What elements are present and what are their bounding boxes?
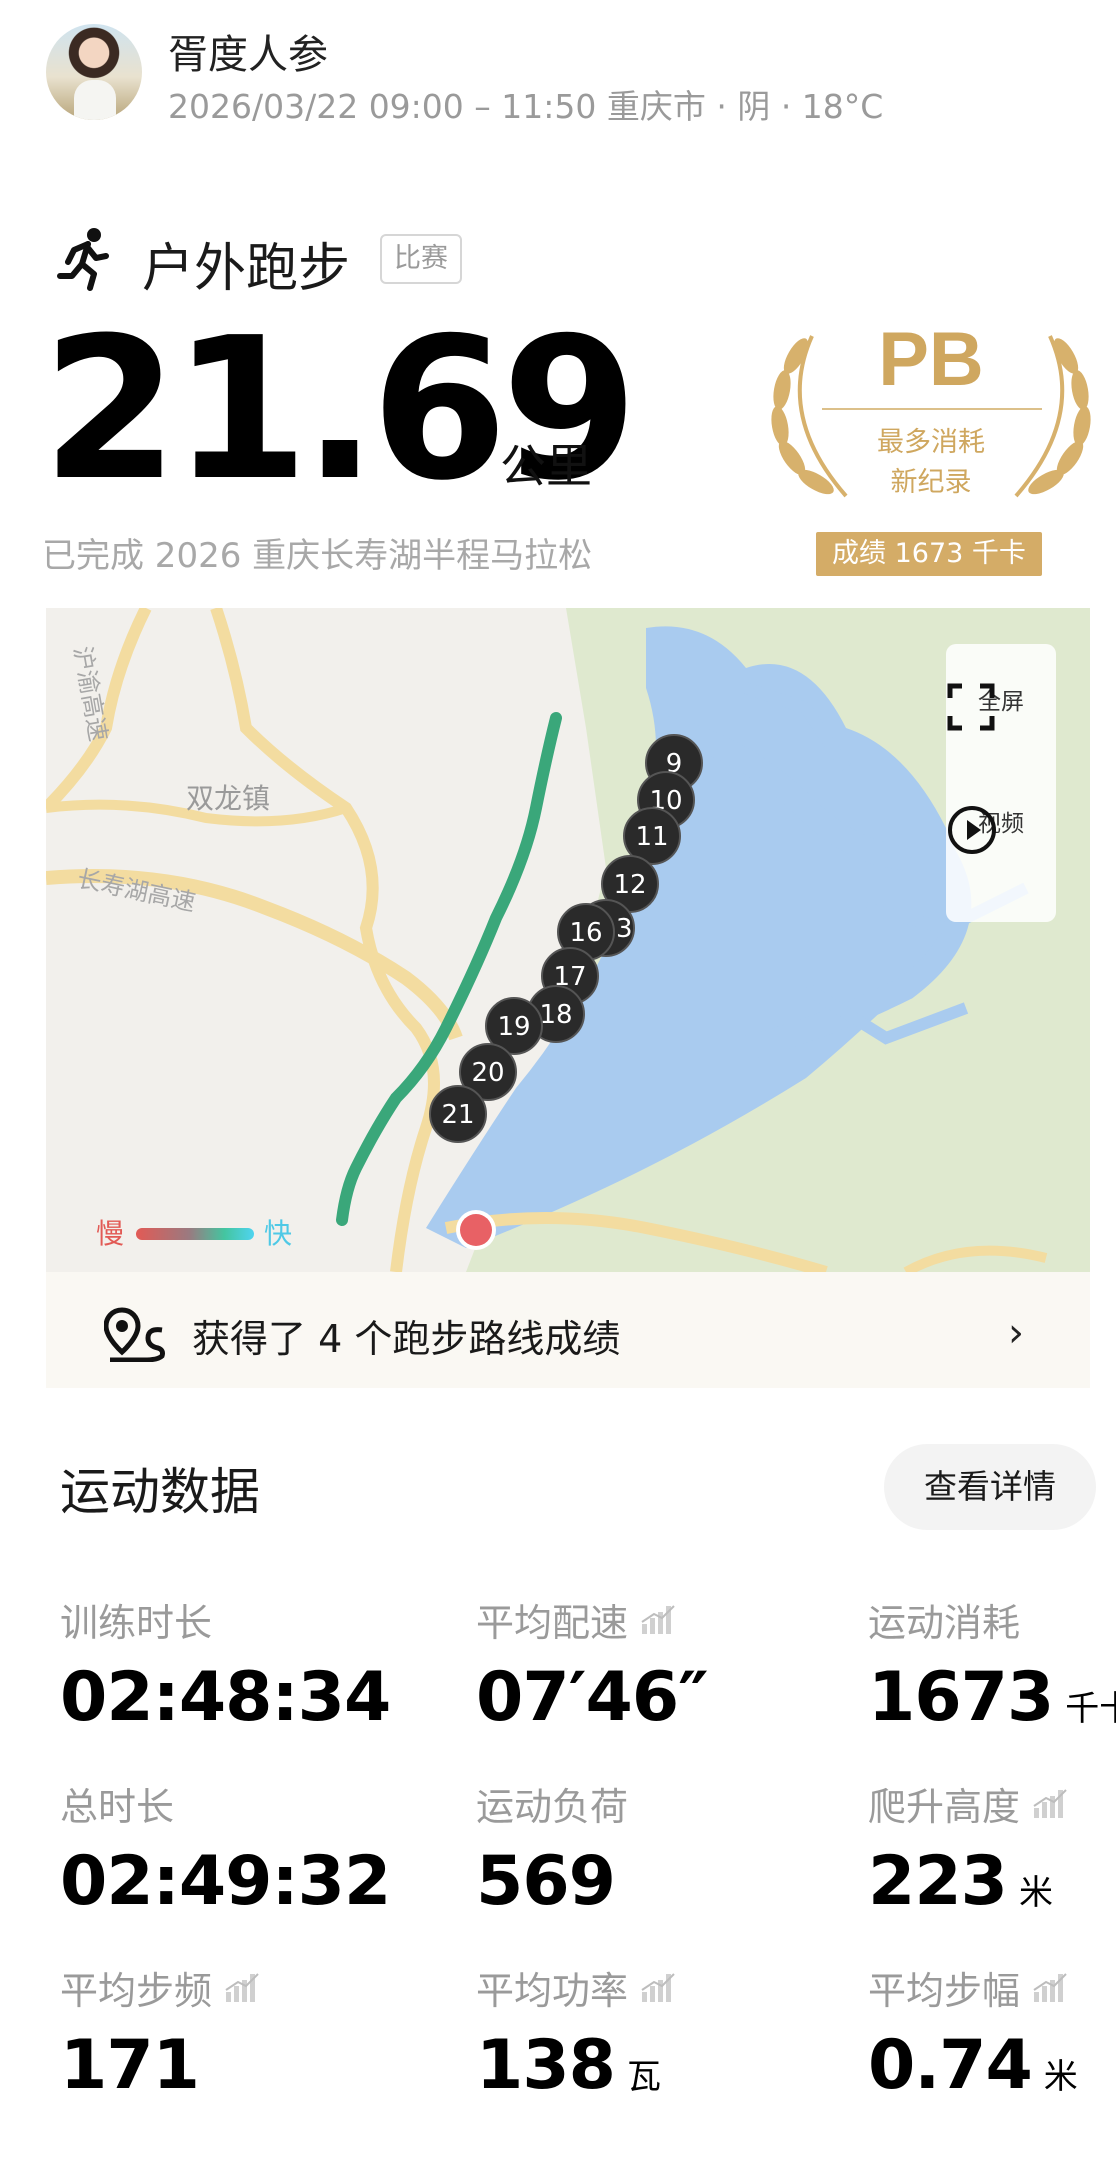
stat-label: 训练时长 xyxy=(60,1592,380,1646)
map-canvas: 沪渝高速 双龙镇 长寿湖高速 9 10 11 12 13 16 17 18 19 xyxy=(46,608,1090,1272)
stat-value-text: 223 xyxy=(868,1842,1008,1921)
section-title: 运动数据 xyxy=(60,1463,260,1521)
km-marker-label: 21 xyxy=(441,1100,474,1130)
stat-value-text: 02:49:32 xyxy=(60,1842,391,1921)
distance-unit: 公里 xyxy=(500,439,592,493)
pb-score: 成绩 1673 千卡 xyxy=(816,532,1042,576)
avatar[interactable] xyxy=(46,24,142,120)
stat-value-text: 171 xyxy=(60,2026,200,2105)
chevron-right-icon: › xyxy=(1008,1310,1024,1356)
stat-label: 平均步频 xyxy=(60,1960,380,2014)
stat-label-text: 平均步频 xyxy=(60,1968,213,2013)
trend-chart-icon[interactable] xyxy=(224,1972,260,2002)
pb-divider xyxy=(822,408,1042,410)
stat-label: 爬升高度 xyxy=(868,1776,1116,1830)
legend-gradient xyxy=(136,1228,254,1240)
stat-value: 07′46″ xyxy=(476,1658,796,1737)
fullscreen-button[interactable]: 全屏 xyxy=(946,682,1056,731)
stat-label: 运动消耗 xyxy=(868,1592,1116,1646)
stat-value: 569 xyxy=(476,1842,796,1921)
activity-meta: 2026/03/22 09:00 – 11:50 重庆市 · 阴 · 18°C xyxy=(168,87,884,126)
km-marker-label: 19 xyxy=(497,1012,530,1042)
stat-value: 02:49:32 xyxy=(60,1842,391,1921)
stat-unit: 瓦 xyxy=(626,2057,661,2097)
route-map[interactable]: 沪渝高速 双龙镇 长寿湖高速 9 10 11 12 13 16 17 18 19 xyxy=(46,608,1090,1272)
km-marker-label: 18 xyxy=(539,1000,572,1030)
stat-item: 爬升高度 223 米 xyxy=(868,1776,1116,1921)
sport-type: 户外跑步 xyxy=(142,239,351,299)
stat-label-text: 总时长 xyxy=(60,1784,175,1829)
stat-item: 平均功率 138 瓦 xyxy=(476,1960,796,2105)
legend-fast: 快 xyxy=(264,1217,293,1250)
trend-chart-icon[interactable] xyxy=(640,1972,676,2002)
stat-label-text: 平均配速 xyxy=(476,1600,629,1645)
pb-title: PB xyxy=(878,317,984,402)
trend-chart-icon[interactable] xyxy=(1032,1788,1068,1818)
km-marker-label: 20 xyxy=(471,1058,504,1088)
stat-item: 平均步幅 0.74 米 xyxy=(868,1960,1116,2106)
stat-item: 平均配速 07′46″ xyxy=(476,1592,796,1738)
stat-unit: 米 xyxy=(1043,2057,1078,2097)
stat-unit: 千卡 xyxy=(1065,1689,1116,1729)
route-achievements-text: 获得了 4 个跑步路线成绩 xyxy=(192,1317,621,1361)
fullscreen-icon xyxy=(947,683,995,731)
play-icon xyxy=(948,806,996,854)
stat-value-text: 02:48:34 xyxy=(60,1658,391,1737)
stat-unit: 米 xyxy=(1018,1873,1053,1913)
map-controls: 全屏 视频 xyxy=(946,644,1056,922)
stat-value: 223 米 xyxy=(868,1842,1116,1921)
stat-value-text: 1673 xyxy=(868,1658,1054,1737)
route-achievements-row[interactable]: 获得了 4 个跑步路线成绩 › xyxy=(46,1272,1090,1388)
stat-item: 运动消耗 1673 千卡 xyxy=(868,1592,1116,1738)
stat-value: 1673 千卡 xyxy=(868,1658,1116,1737)
stat-label: 运动负荷 xyxy=(476,1776,796,1830)
stat-value: 0.74 米 xyxy=(868,2026,1116,2105)
stat-label-text: 爬升高度 xyxy=(868,1784,1021,1829)
stat-label-text: 平均步幅 xyxy=(868,1968,1021,2013)
stat-item: 运动负荷 569 xyxy=(476,1776,796,1922)
stat-value: 138 瓦 xyxy=(476,2026,796,2105)
stat-label: 平均步幅 xyxy=(868,1960,1116,2014)
stat-value: 02:48:34 xyxy=(60,1658,391,1737)
stat-label: 平均功率 xyxy=(476,1960,796,2014)
stat-value-text: 569 xyxy=(476,1842,616,1921)
km-marker-label: 16 xyxy=(569,918,602,948)
view-details-button[interactable]: 查看详情 xyxy=(884,1444,1096,1530)
pb-line1: 最多消耗 xyxy=(877,427,985,458)
stat-item: 训练时长 02:48:34 xyxy=(60,1592,391,1738)
legend-slow: 慢 xyxy=(96,1217,125,1250)
map-label-highway1: 沪渝高速 xyxy=(68,644,112,743)
username[interactable]: 胥度人参 xyxy=(168,22,328,80)
map-label-town: 双龙镇 xyxy=(186,782,270,815)
stat-value-text: 0.74 xyxy=(868,2026,1033,2105)
stat-value: 171 xyxy=(60,2026,380,2105)
stat-value-text: 07′46″ xyxy=(476,1658,709,1737)
event-completed: 已完成 2026 重庆长寿湖半程马拉松 xyxy=(42,536,593,576)
trend-chart-icon[interactable] xyxy=(640,1604,676,1634)
route-pin-icon xyxy=(104,1307,165,1362)
stat-value-text: 138 xyxy=(476,2026,616,2105)
race-tag: 比赛 xyxy=(380,234,462,284)
running-icon xyxy=(57,228,109,291)
km-marker-label: 12 xyxy=(613,870,646,900)
km-marker-label: 11 xyxy=(635,822,668,852)
stat-label: 总时长 xyxy=(60,1776,380,1830)
pb-line2: 新纪录 xyxy=(890,467,972,498)
stat-item: 总时长 02:49:32 xyxy=(60,1776,391,1922)
pb-badge[interactable]: PB 最多消耗 新纪录 成绩 1673 千卡 xyxy=(756,316,1106,576)
stat-label: 平均配速 xyxy=(476,1592,796,1646)
stat-label-text: 运动负荷 xyxy=(476,1784,629,1829)
stat-item: 平均步频 171 xyxy=(60,1960,380,2105)
stat-label-text: 平均功率 xyxy=(476,1968,629,2013)
stat-label-text: 运动消耗 xyxy=(868,1600,1021,1645)
stat-label-text: 训练时长 xyxy=(60,1600,213,1645)
video-button[interactable]: 视频 xyxy=(946,804,1056,854)
trend-chart-icon[interactable] xyxy=(1032,1972,1068,2002)
